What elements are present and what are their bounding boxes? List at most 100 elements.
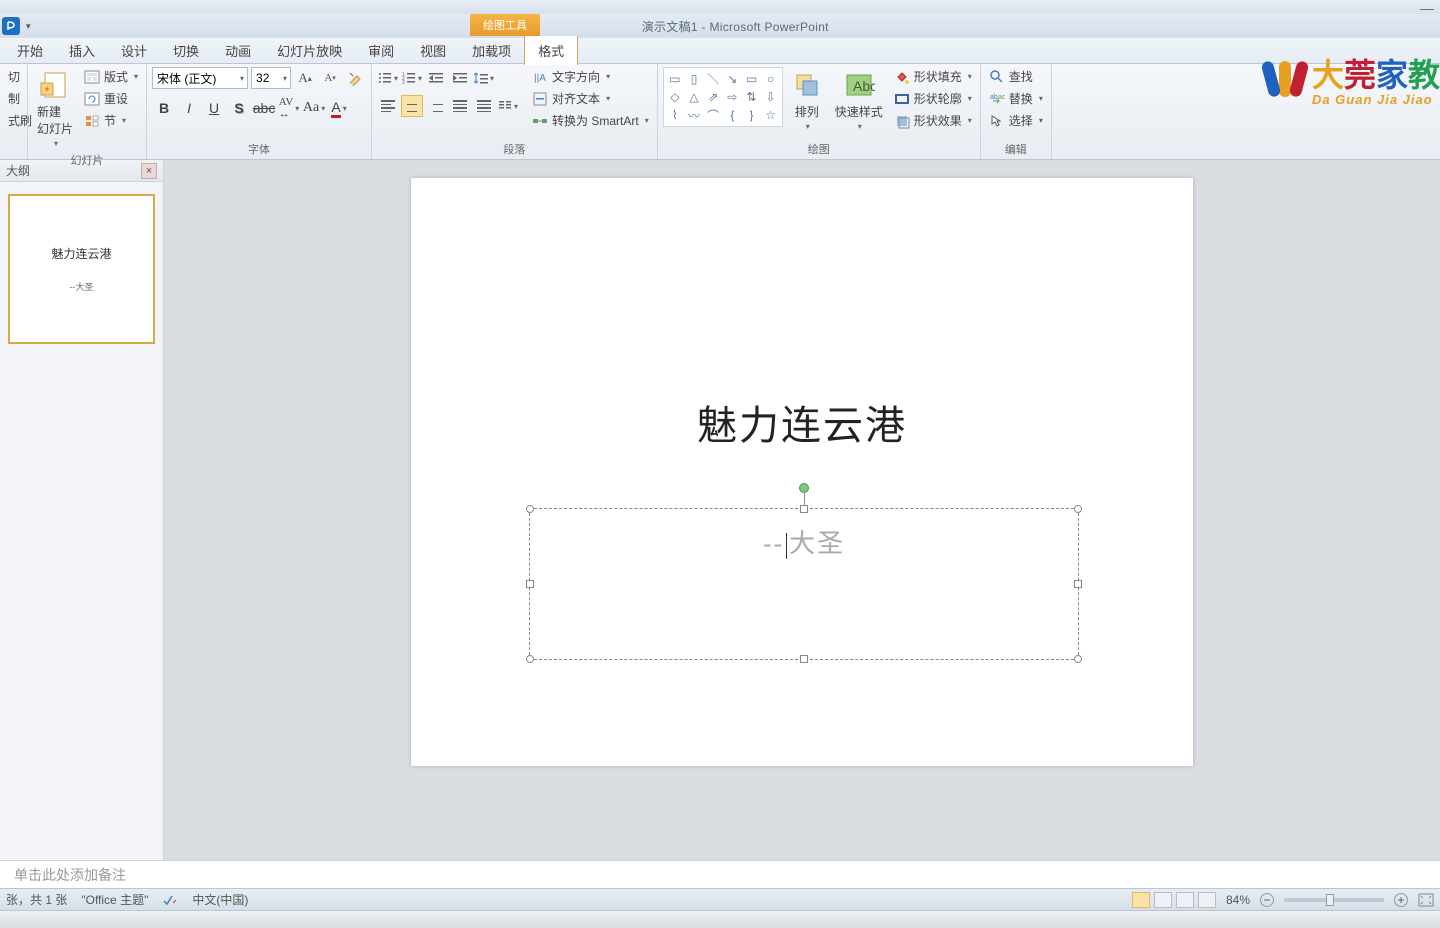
ribbon-tabs: 开始 插入 设计 切换 动画 幻灯片放映 审阅 视图 加载项 格式 bbox=[0, 38, 1440, 64]
select-button[interactable]: 选择 bbox=[986, 111, 1046, 130]
slide-canvas[interactable]: 魅力连云港 --大圣 bbox=[411, 178, 1193, 766]
minimize-button[interactable]: ― bbox=[1420, 2, 1432, 14]
italic-button[interactable]: I bbox=[177, 97, 201, 119]
slide-thumbnail[interactable]: 魅力连云港 --大圣 bbox=[8, 194, 155, 344]
tab-slideshow[interactable]: 幻灯片放映 bbox=[264, 36, 355, 65]
resize-handle-bm[interactable] bbox=[800, 655, 808, 663]
slide-editor-area[interactable]: 魅力连云港 --大圣 bbox=[164, 160, 1440, 860]
tab-addins[interactable]: 加载项 bbox=[459, 36, 524, 65]
grow-font-button[interactable]: A▴ bbox=[294, 67, 316, 89]
shape-rect-icon[interactable]: ▭ bbox=[666, 70, 684, 87]
title-bar-top bbox=[0, 0, 1440, 14]
tab-review[interactable]: 审阅 bbox=[355, 36, 407, 65]
bullets-button[interactable] bbox=[377, 67, 399, 89]
shape-arrow-icon[interactable]: ⇨ bbox=[723, 88, 741, 105]
subtitle-text[interactable]: --大圣 bbox=[530, 509, 1078, 560]
resize-handle-bl[interactable] bbox=[526, 655, 534, 663]
group-paragraph: 123 ||A文字方向 对齐文本 转换为 SmartArt bbox=[372, 64, 658, 159]
text-direction-button[interactable]: ||A文字方向 bbox=[529, 67, 652, 86]
svg-text:ac: ac bbox=[998, 94, 1005, 101]
shapes-gallery[interactable]: ▭ ▯ ＼ ↘ ▭ ○ ◇ △ ⇗ ⇨ ⇅ ⇩ ⌇ 〰 ⌒ { } ☆ bbox=[663, 67, 783, 127]
line-spacing-button[interactable] bbox=[473, 67, 495, 89]
resize-handle-mr[interactable] bbox=[1074, 580, 1082, 588]
columns-button[interactable] bbox=[497, 95, 519, 117]
justify-button[interactable] bbox=[449, 95, 471, 117]
ribbon: 切 制 式刷 新建 幻灯片 版式 重设 节 幻灯片 宋体 (正文) 32 A▴ bbox=[0, 64, 1440, 160]
change-case-button[interactable]: Aa bbox=[302, 97, 326, 119]
group-editing: 查找 abac替换 选择 编辑 bbox=[981, 64, 1052, 159]
resize-handle-ml[interactable] bbox=[526, 580, 534, 588]
font-size-combo[interactable]: 32 bbox=[251, 67, 291, 89]
underline-button[interactable]: U bbox=[202, 97, 226, 119]
shape-brace2-icon[interactable]: } bbox=[742, 107, 760, 124]
outline-panel: 大纲 × 魅力连云港 --大圣 bbox=[0, 160, 164, 860]
resize-handle-br[interactable] bbox=[1074, 655, 1082, 663]
shape-fill-button[interactable]: 形状填充 bbox=[891, 67, 975, 86]
quick-styles-button[interactable]: Abc 快速样式 bbox=[831, 67, 887, 133]
shadow-button[interactable]: S bbox=[227, 97, 251, 119]
outline-tab-label[interactable]: 大纲 bbox=[6, 162, 30, 179]
shape-effects-button[interactable]: 形状效果 bbox=[891, 111, 975, 130]
workspace: 大纲 × 魅力连云港 --大圣 魅力连云港 --大圣 bbox=[0, 160, 1440, 860]
notes-placeholder: 单击此处添加备注 bbox=[14, 865, 126, 885]
slide-title-text[interactable]: 魅力连云港 bbox=[411, 393, 1193, 451]
resize-handle-tr[interactable] bbox=[1074, 505, 1082, 513]
align-left-button[interactable] bbox=[377, 95, 399, 117]
shrink-font-button[interactable]: A▾ bbox=[319, 67, 341, 89]
clear-format-button[interactable] bbox=[344, 67, 366, 89]
align-text-button[interactable]: 对齐文本 bbox=[529, 89, 652, 108]
arrange-button[interactable]: 排列 bbox=[787, 67, 827, 133]
replace-button[interactable]: abac替换 bbox=[986, 89, 1046, 108]
shape-updown-icon[interactable]: ⇅ bbox=[742, 88, 760, 105]
tab-insert[interactable]: 插入 bbox=[56, 36, 108, 65]
close-panel-button[interactable]: × bbox=[141, 163, 157, 179]
find-button[interactable]: 查找 bbox=[986, 67, 1046, 86]
shape-connector-icon[interactable]: ⇗ bbox=[704, 88, 722, 105]
distribute-button[interactable] bbox=[473, 95, 495, 117]
font-color-button[interactable]: A bbox=[327, 97, 351, 119]
convert-smartart-button[interactable]: 转换为 SmartArt bbox=[529, 111, 652, 130]
align-center-button[interactable] bbox=[401, 95, 423, 117]
app-icon[interactable] bbox=[2, 17, 20, 35]
svg-text:ab: ab bbox=[990, 94, 998, 101]
tab-animation[interactable]: 动画 bbox=[212, 36, 264, 65]
shape-brace-icon[interactable]: { bbox=[723, 107, 741, 124]
shape-star-icon[interactable]: ☆ bbox=[762, 107, 780, 124]
tab-transition[interactable]: 切换 bbox=[160, 36, 212, 65]
layout-button[interactable]: 版式 bbox=[81, 67, 141, 86]
shape-arrow-line-icon[interactable]: ↘ bbox=[723, 70, 741, 87]
reset-button[interactable]: 重设 bbox=[81, 89, 141, 108]
tab-format[interactable]: 格式 bbox=[524, 36, 578, 65]
bold-button[interactable]: B bbox=[152, 97, 176, 119]
resize-handle-tl[interactable] bbox=[526, 505, 534, 513]
notes-pane[interactable]: 单击此处添加备注 bbox=[0, 860, 1440, 888]
tab-view[interactable]: 视图 bbox=[407, 36, 459, 65]
new-slide-button[interactable]: 新建 幻灯片 bbox=[33, 67, 77, 150]
strike-button[interactable]: abc bbox=[252, 97, 276, 119]
group-font: 宋体 (正文) 32 A▴ A▾ B I U S abc AV↔ Aa A 字体 bbox=[147, 64, 372, 159]
resize-handle-tm[interactable] bbox=[800, 505, 808, 513]
subtitle-placeholder[interactable]: --大圣 bbox=[529, 508, 1079, 660]
shape-oval-icon[interactable]: ○ bbox=[762, 70, 780, 87]
group-slides: 新建 幻灯片 版式 重设 节 幻灯片 bbox=[28, 64, 147, 159]
shape-triangle-icon[interactable]: △ bbox=[685, 88, 703, 105]
shape-down-icon[interactable]: ⇩ bbox=[762, 88, 780, 105]
shape-curve-icon[interactable]: 〰 bbox=[685, 107, 703, 124]
tab-design[interactable]: 设计 bbox=[108, 36, 160, 65]
font-name-combo[interactable]: 宋体 (正文) bbox=[152, 67, 248, 89]
shape-arc-icon[interactable]: ⌒ bbox=[704, 107, 722, 124]
tab-home[interactable]: 开始 bbox=[4, 36, 56, 65]
shape-textbox-icon[interactable]: ▯ bbox=[685, 70, 703, 87]
increase-indent-button[interactable] bbox=[449, 67, 471, 89]
shape-diamond-icon[interactable]: ◇ bbox=[666, 88, 684, 105]
shape-freeform-icon[interactable]: ⌇ bbox=[666, 107, 684, 124]
shape-outline-button[interactable]: 形状轮廓 bbox=[891, 89, 975, 108]
section-button[interactable]: 节 bbox=[81, 111, 141, 130]
shape-rect2-icon[interactable]: ▭ bbox=[742, 70, 760, 87]
align-right-button[interactable] bbox=[425, 95, 447, 117]
numbering-button[interactable]: 123 bbox=[401, 67, 423, 89]
char-spacing-button[interactable]: AV↔ bbox=[277, 97, 301, 119]
context-tab-drawing-tools: 绘图工具 bbox=[470, 14, 540, 36]
decrease-indent-button[interactable] bbox=[425, 67, 447, 89]
shape-line-icon[interactable]: ＼ bbox=[704, 70, 722, 87]
